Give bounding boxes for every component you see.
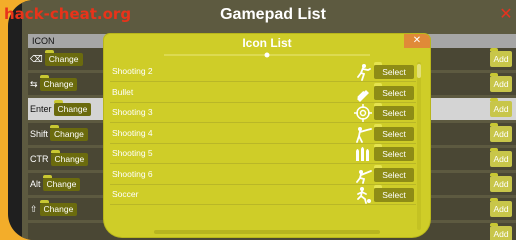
icon-item-name: Shooting 6: [112, 168, 153, 179]
key-label: Shift: [30, 129, 49, 139]
icon-list-item: Shooting 3 Select: [110, 103, 416, 123]
key-label: ⌫: [30, 54, 43, 64]
gamepad-key: CTR Change: [30, 150, 89, 166]
key-label: Alt: [30, 179, 41, 189]
change-button[interactable]: Change: [39, 200, 78, 216]
icon-list-title: Icon List: [242, 36, 292, 50]
key-label: ⇆: [30, 79, 38, 89]
running-shooter-icon: [354, 63, 372, 81]
icon-item-name: Bullet: [112, 86, 134, 97]
add-button[interactable]: Add: [490, 123, 512, 142]
icon-item-name: Shooting 3: [112, 107, 153, 117]
title-divider: [164, 52, 370, 58]
icon-list-scrollbar[interactable]: [417, 62, 421, 230]
crouching-shooter-icon: [354, 166, 372, 184]
icon-list-item: Shooting 2 Select: [110, 62, 416, 82]
select-button[interactable]: Select: [374, 164, 414, 182]
icon-list-item: Shooting 4 Select: [110, 123, 416, 144]
add-button[interactable]: Add: [490, 98, 512, 117]
change-button[interactable]: Change: [50, 125, 88, 141]
icon-list-item: Shooting 5 Select: [110, 144, 416, 164]
change-button[interactable]: Change: [44, 50, 83, 66]
aiming-shooter-icon: [354, 125, 372, 143]
add-button[interactable]: Add: [490, 198, 512, 217]
bottom-bar: [154, 230, 380, 234]
gamepad-key: ⇧ Change: [30, 200, 78, 216]
gamepad-key: Shift Change: [30, 125, 88, 141]
gamepad-key: Alt Change: [30, 175, 81, 191]
key-label: Enter: [30, 104, 52, 114]
select-button[interactable]: Select: [374, 185, 414, 202]
bullet-icon: [354, 84, 372, 102]
gamepad-key: Enter Change: [30, 100, 92, 116]
crosshair-icon: [354, 104, 372, 122]
add-button[interactable]: Add: [490, 73, 512, 92]
select-button[interactable]: Select: [374, 62, 414, 79]
icon-item-name: Shooting 4: [112, 127, 153, 138]
key-label: ⇧: [30, 204, 38, 214]
select-button[interactable]: Select: [374, 123, 414, 141]
icon-item-name: Shooting 5: [112, 148, 153, 158]
icon-item-name: Shooting 2: [112, 66, 153, 76]
icon-item-name: Soccer: [112, 189, 139, 199]
gamepad-key: ⇆ Change: [30, 75, 78, 91]
add-button[interactable]: Add: [490, 48, 512, 67]
change-button[interactable]: Change: [39, 75, 78, 91]
select-button[interactable]: Select: [374, 82, 414, 100]
key-label: CTR: [30, 154, 49, 164]
add-button[interactable]: Add: [490, 148, 512, 167]
watermark: hack-cheat.org: [4, 5, 132, 23]
change-button[interactable]: Change: [53, 100, 92, 116]
ammo-icon: [354, 145, 372, 163]
change-button[interactable]: Change: [50, 150, 89, 166]
add-button[interactable]: Add: [490, 173, 512, 192]
icon-list: Shooting 2 Select Bullet Select Shooting 3 Se…: [110, 62, 416, 232]
gamepad-close-icon[interactable]: ✕: [498, 7, 514, 23]
select-button[interactable]: Select: [374, 103, 414, 120]
change-button[interactable]: Change: [42, 175, 81, 191]
gamepad-key: ⌫ Change: [30, 50, 83, 66]
icon-list-item: Soccer Select: [110, 185, 416, 205]
icon-list-item: Bullet Select: [110, 82, 416, 103]
icon-list-dialog: ✕ Icon List Shooting 2 Select Bullet Select…: [104, 34, 430, 237]
soccer-player-icon: [354, 186, 372, 204]
icon-list-item: Shooting 6 Select: [110, 164, 416, 185]
scrollbar-thumb[interactable]: [417, 64, 421, 78]
add-button[interactable]: Add: [490, 223, 512, 240]
select-button[interactable]: Select: [374, 144, 414, 161]
